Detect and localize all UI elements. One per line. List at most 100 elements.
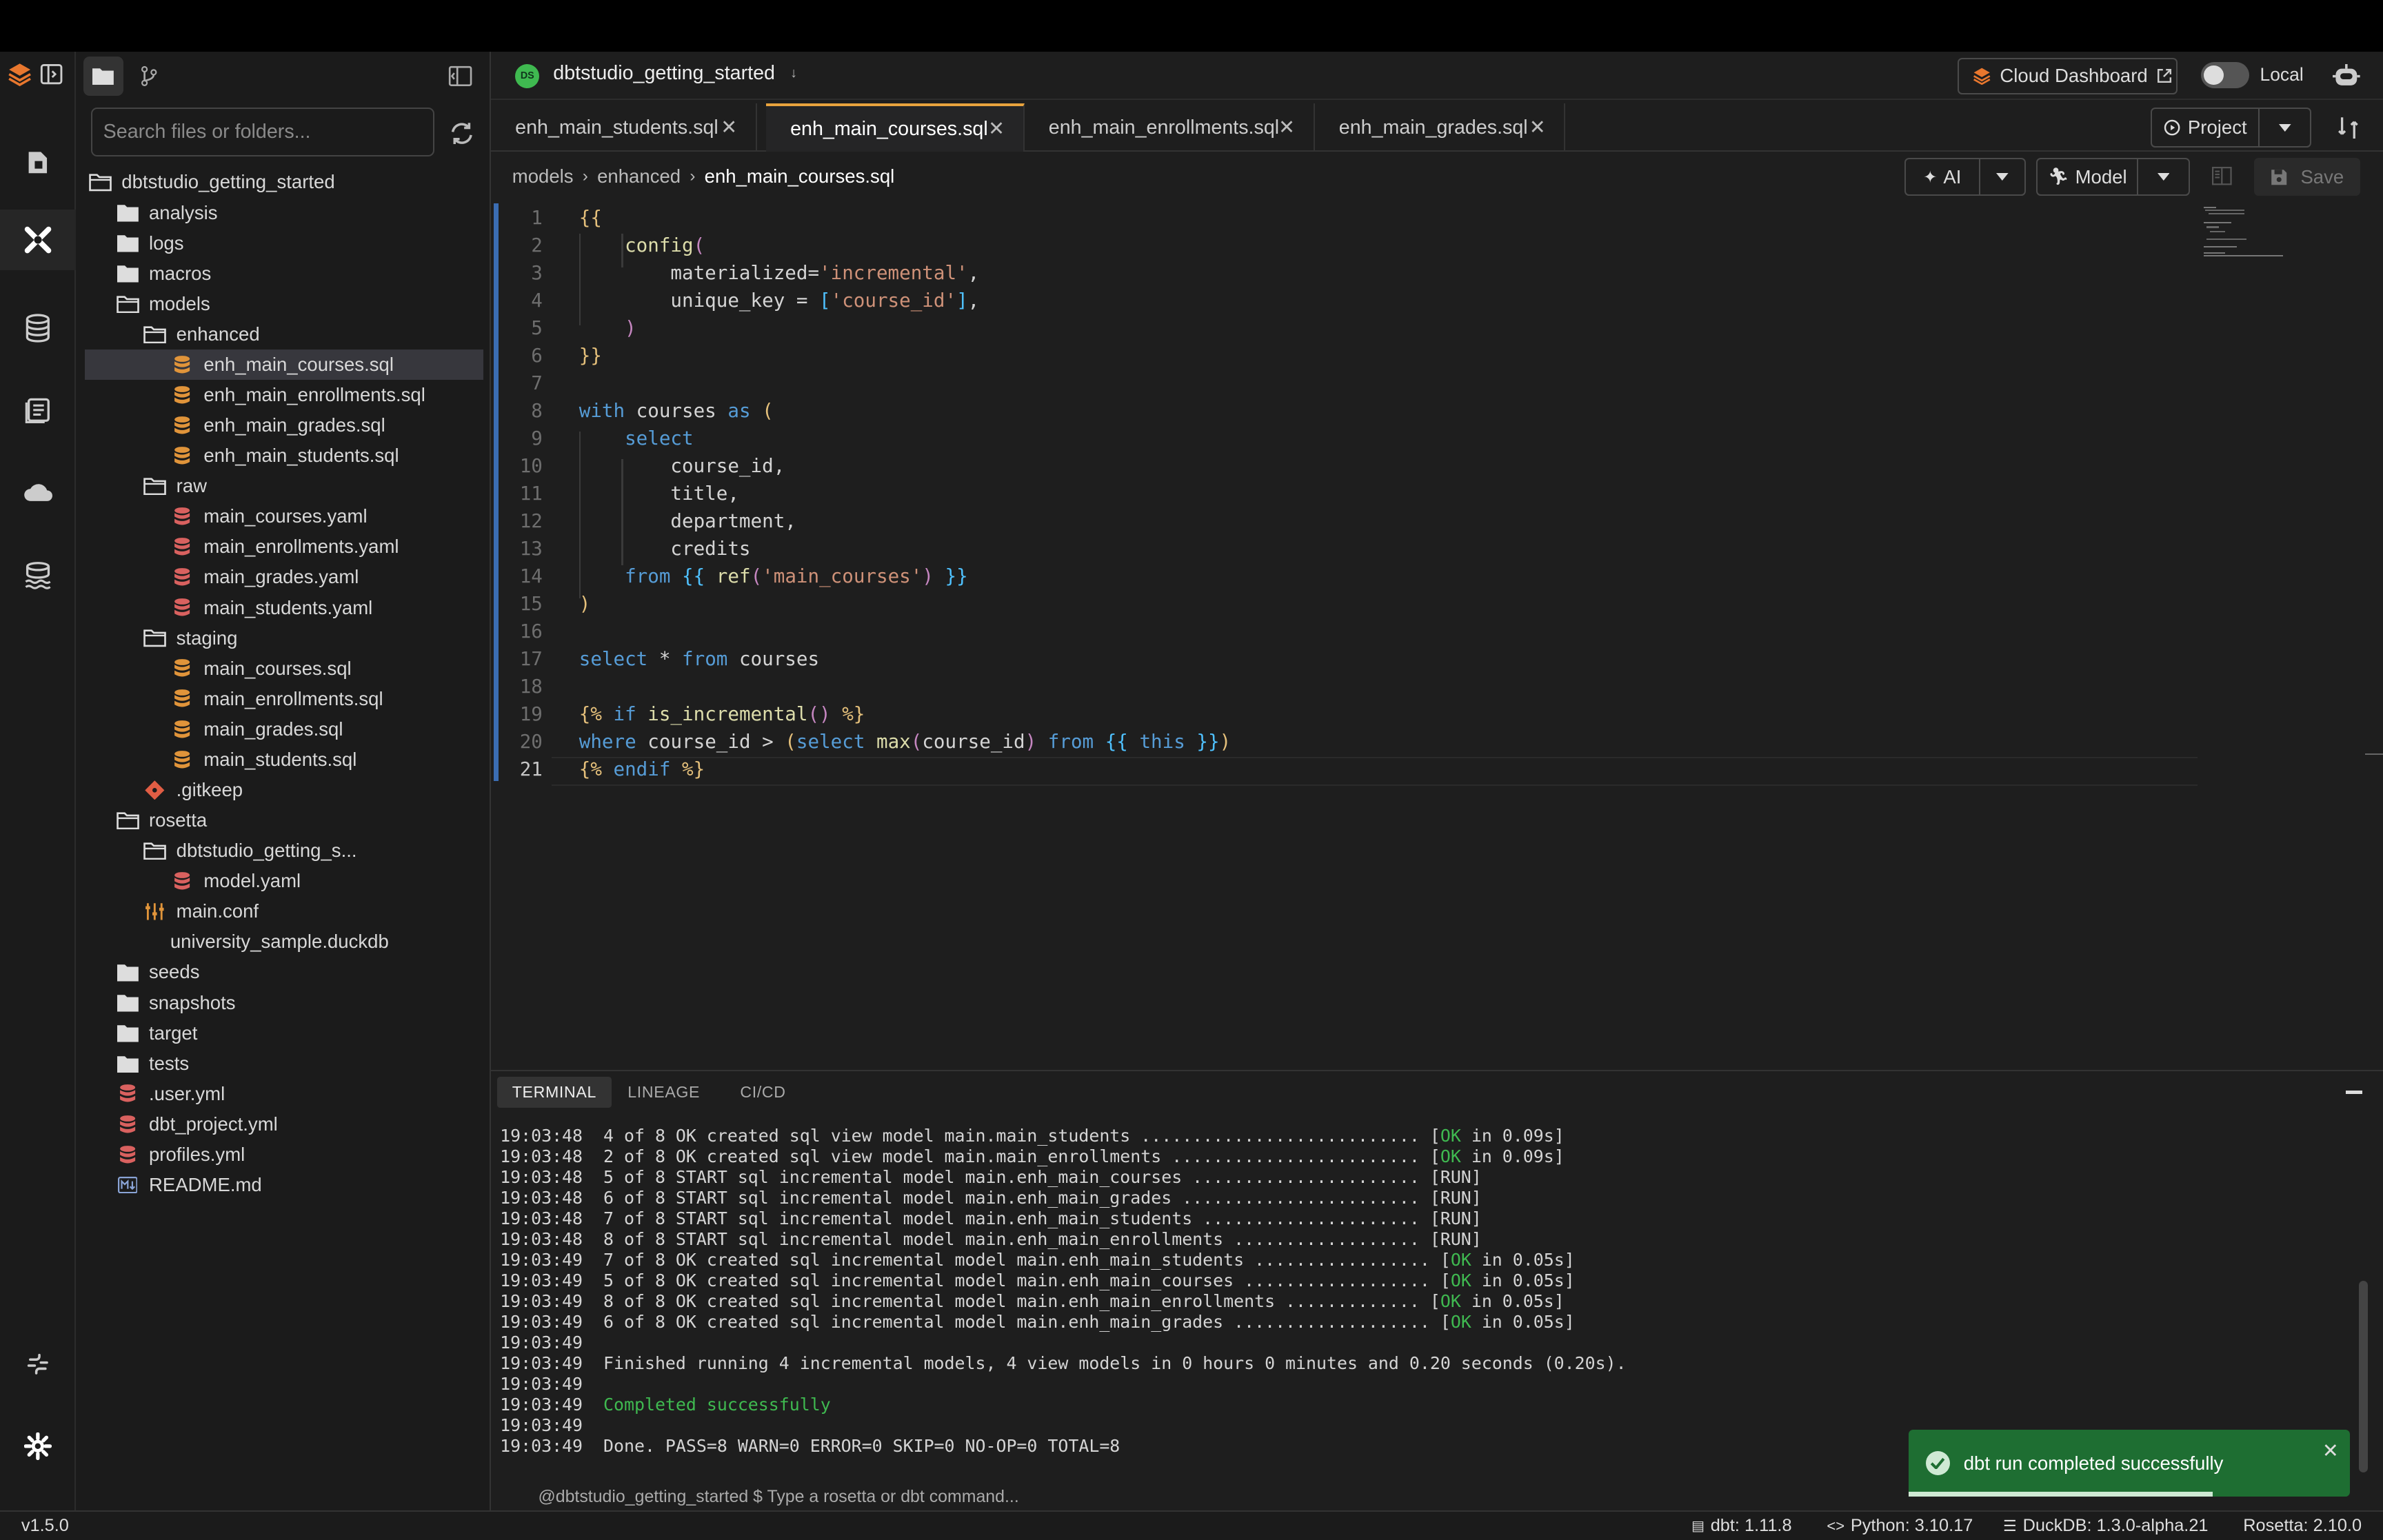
terminal-tab[interactable]: CI/CD <box>725 1077 801 1107</box>
tree-folder[interactable]: enhanced <box>85 319 483 349</box>
cloud-icon[interactable] <box>0 462 76 523</box>
tree-file[interactable]: dbt_project.yml <box>85 1109 483 1139</box>
editor-tabs: enh_main_students.sql ✕ enh_main_courses.s… <box>490 103 2383 152</box>
close-tab-icon[interactable]: ✕ <box>988 106 1005 152</box>
project-run-dropdown[interactable] <box>2258 108 2312 148</box>
close-tab-icon[interactable]: ✕ <box>1278 103 1295 152</box>
current-line-highlight <box>552 756 2198 786</box>
tree-item-label: main_courses.sql <box>203 657 352 679</box>
tree-file[interactable]: main_grades.yaml <box>85 562 483 592</box>
tree-file[interactable]: main_grades.sql <box>85 714 483 744</box>
tree-folder[interactable]: analysis <box>85 198 483 228</box>
editor-tab[interactable]: enh_main_grades.sql ✕ <box>1315 103 1566 152</box>
tree-file[interactable]: enh_main_courses.sql <box>85 349 483 380</box>
terminal-tab[interactable]: TERMINAL <box>496 1077 612 1108</box>
line-number: 11 <box>519 482 543 505</box>
refresh-icon[interactable] <box>445 117 479 150</box>
sql-file-icon <box>170 656 194 680</box>
tree-item-label: main_enrollments.yaml <box>203 536 399 558</box>
tree-folder[interactable]: dbtstudio_getting_started <box>85 167 483 197</box>
editor-tab[interactable]: enh_main_students.sql ✕ <box>491 103 757 152</box>
tree-file[interactable]: model.yaml <box>85 866 483 896</box>
tree-file[interactable]: main_students.yaml <box>85 593 483 623</box>
toggle-panel-icon[interactable] <box>38 61 66 88</box>
close-tab-icon[interactable]: ✕ <box>721 103 737 152</box>
model-run-dropdown[interactable] <box>2136 158 2191 196</box>
tree-folder[interactable]: target <box>85 1018 483 1048</box>
line-number: 16 <box>519 620 543 642</box>
search-input[interactable]: Search files or folders... <box>91 108 435 156</box>
tree-folder[interactable]: models <box>85 289 483 319</box>
tree-folder[interactable]: macros <box>85 259 483 289</box>
line-number: 18 <box>519 675 543 698</box>
assistant-bot-icon[interactable] <box>2331 61 2362 91</box>
tree-folder[interactable]: raw <box>85 471 483 501</box>
tree-file[interactable]: enh_main_grades.sql <box>85 410 483 440</box>
ai-button[interactable]: ✦ AI <box>1904 158 1980 196</box>
external-link-icon <box>2157 69 2172 83</box>
project-name[interactable]: dbtstudio_getting_started <box>553 62 775 85</box>
terminal-input[interactable]: Type a rosetta or dbt command... <box>767 1487 1019 1506</box>
tree-file[interactable]: enh_main_enrollments.sql <box>85 380 483 410</box>
breadcrumb-models[interactable]: models <box>512 165 574 188</box>
ai-dropdown[interactable] <box>1978 158 2027 196</box>
tree-file[interactable]: main_enrollments.yaml <box>85 531 483 562</box>
tree-folder[interactable]: staging <box>85 623 483 654</box>
tree-file[interactable]: enh_main_students.sql <box>85 440 483 471</box>
tree-item-label: logs <box>148 232 184 254</box>
tree-file[interactable]: university_sample.duckdb <box>85 926 483 957</box>
explorer-files-tab-icon[interactable] <box>83 56 123 96</box>
tree-folder[interactable]: seeds <box>85 957 483 987</box>
tree-folder[interactable]: snapshots <box>85 988 483 1018</box>
breadcrumb-enhanced[interactable]: enhanced <box>597 165 681 188</box>
tree-file[interactable]: README.md <box>85 1170 483 1200</box>
chevron-down-icon <box>1996 173 2009 181</box>
folder-open-icon <box>116 292 140 316</box>
save-button[interactable]: Save <box>2253 158 2360 196</box>
line-number: 2 <box>531 234 543 256</box>
editor-tab[interactable]: enh_main_courses.sql ✕ <box>765 103 1025 152</box>
tree-file[interactable]: main_courses.sql <box>85 654 483 684</box>
close-icon[interactable]: ✕ <box>2322 1439 2339 1463</box>
tree-item-label: main_grades.yaml <box>203 566 359 588</box>
terminal-line: 19:03:49 7 of 8 OK created sql increment… <box>500 1249 1575 1270</box>
terminal-tab[interactable]: LINEAGE <box>612 1077 715 1107</box>
split-view-icon[interactable] <box>2210 164 2234 188</box>
line-number: 20 <box>519 730 543 753</box>
project-run-button[interactable]: Project <box>2150 108 2260 148</box>
database-icon[interactable] <box>0 298 76 358</box>
terminal-scrollbar[interactable] <box>2358 1280 2368 1472</box>
python-icon[interactable] <box>0 1334 76 1395</box>
files-icon[interactable] <box>0 132 76 193</box>
terminal-line: 19:03:49 <box>500 1415 583 1435</box>
tree-file[interactable]: .user.yml <box>85 1079 483 1109</box>
tree-file[interactable]: profiles.yml <box>85 1139 483 1170</box>
settings-gear-icon[interactable] <box>0 1416 76 1477</box>
data-lake-icon[interactable] <box>0 545 76 606</box>
tree-file[interactable]: main_courses.yaml <box>85 501 483 531</box>
tree-folder[interactable]: rosetta <box>85 805 483 835</box>
yaml-file-icon <box>170 505 194 529</box>
compare-icon[interactable] <box>2334 114 2362 141</box>
close-tab-icon[interactable]: ✕ <box>1529 103 1546 152</box>
sql-file-icon <box>170 687 194 711</box>
tree-folder[interactable]: logs <box>85 228 483 259</box>
tree-folder[interactable]: dbtstudio_getting_s... <box>85 835 483 866</box>
project-dropdown-icon[interactable]: ↓ <box>790 65 797 81</box>
minimap[interactable] <box>2201 203 2292 264</box>
code-editor[interactable]: 1 {{2 config(3 materialized='incremental'… <box>491 203 2383 1069</box>
tree-file[interactable]: .gitkeep <box>85 775 483 805</box>
collapse-sidebar-icon[interactable] <box>445 61 476 91</box>
local-toggle[interactable] <box>2200 62 2250 88</box>
tree-file[interactable]: main_enrollments.sql <box>85 684 483 714</box>
docs-icon[interactable] <box>0 380 76 440</box>
tree-folder[interactable]: tests <box>85 1048 483 1079</box>
dbt-icon[interactable] <box>0 210 77 271</box>
editor-tab[interactable]: enh_main_enrollments.sql ✕ <box>1025 103 1315 152</box>
tree-file[interactable]: main_students.sql <box>85 744 483 775</box>
cloud-dashboard-button[interactable]: Cloud Dashboard <box>1957 57 2178 94</box>
tree-file[interactable]: main.conf <box>85 896 483 926</box>
model-run-button[interactable]: 🏃︎ Model <box>2036 158 2139 196</box>
minimize-panel-icon[interactable] <box>2342 1080 2366 1104</box>
git-branch-icon[interactable] <box>134 61 164 91</box>
